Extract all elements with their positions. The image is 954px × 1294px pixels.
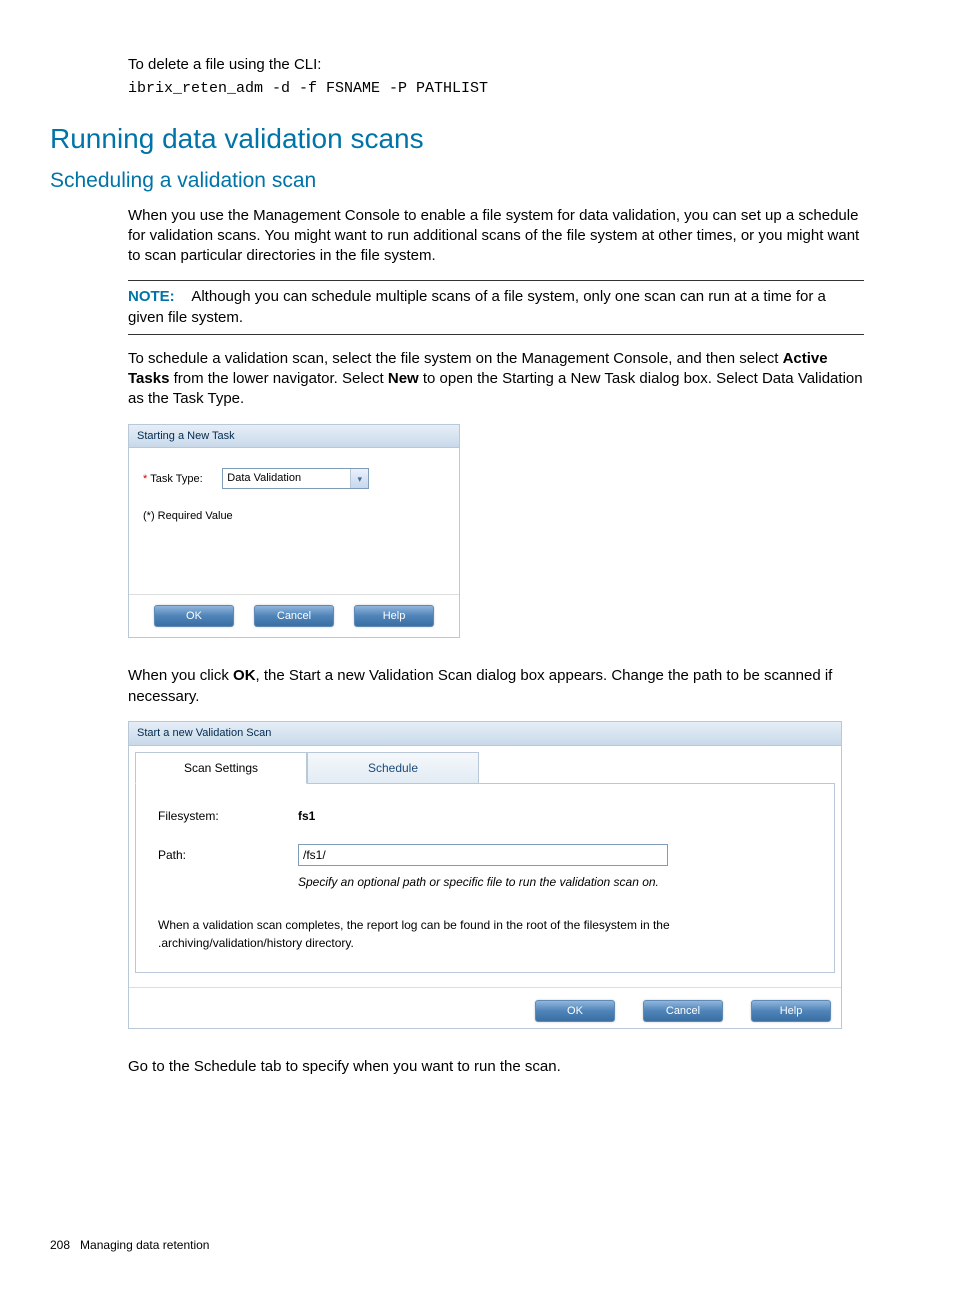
tab-schedule[interactable]: Schedule bbox=[307, 752, 479, 784]
filesystem-label: Filesystem: bbox=[158, 808, 298, 824]
ok-button[interactable]: OK bbox=[535, 1000, 615, 1022]
required-asterisk: * bbox=[143, 472, 147, 487]
note-text: Although you can schedule multiple scans… bbox=[128, 288, 826, 325]
task-type-label: Task Type: bbox=[150, 472, 222, 487]
task-type-value: Data Validation bbox=[223, 469, 350, 488]
note-label: NOTE: bbox=[128, 288, 175, 305]
heading-1: Running data validation scans bbox=[50, 120, 864, 158]
p2-c: from the lower navigator. Select bbox=[169, 370, 387, 387]
start-validation-scan-dialog: Start a new Validation Scan Scan Setting… bbox=[128, 721, 842, 1029]
p2-d: New bbox=[388, 370, 419, 387]
required-value-text: (*) Required Value bbox=[143, 509, 445, 524]
path-hint: Specify an optional path or specific fil… bbox=[298, 874, 812, 890]
p3-a: When you click bbox=[128, 667, 233, 684]
paragraph-1: When you use the Management Console to e… bbox=[128, 206, 864, 267]
paragraph-3: When you click OK, the Start a new Valid… bbox=[128, 666, 864, 707]
p3-b: OK bbox=[233, 667, 256, 684]
help-button[interactable]: Help bbox=[751, 1000, 831, 1022]
starting-new-task-dialog: Starting a New Task * Task Type: Data Va… bbox=[128, 424, 460, 639]
chevron-down-icon[interactable]: ▾ bbox=[350, 469, 368, 488]
page-footer: 208 Managing data retention bbox=[50, 1237, 864, 1253]
task-type-select[interactable]: Data Validation ▾ bbox=[222, 468, 369, 489]
path-input[interactable] bbox=[298, 844, 668, 866]
paragraph-4: Go to the Schedule tab to specify when y… bbox=[128, 1057, 864, 1077]
dialog2-title: Start a new Validation Scan bbox=[129, 722, 841, 746]
tab-scan-settings[interactable]: Scan Settings bbox=[135, 752, 307, 784]
tabs: Scan Settings Schedule bbox=[135, 752, 835, 784]
path-label: Path: bbox=[158, 847, 298, 863]
note-block: NOTE: Although you can schedule multiple… bbox=[128, 280, 864, 335]
paragraph-2: To schedule a validation scan, select th… bbox=[128, 349, 864, 410]
cancel-button[interactable]: Cancel bbox=[643, 1000, 723, 1022]
filesystem-value: fs1 bbox=[298, 808, 315, 824]
section-title: Managing data retention bbox=[80, 1238, 209, 1252]
page-number: 208 bbox=[50, 1238, 70, 1252]
intro-delete-text: To delete a file using the CLI: bbox=[128, 55, 864, 75]
dialog1-title: Starting a New Task bbox=[129, 425, 459, 449]
cancel-button[interactable]: Cancel bbox=[254, 605, 334, 627]
completion-note: When a validation scan completes, the re… bbox=[158, 916, 812, 952]
scan-settings-panel: Filesystem: fs1 Path: Specify an optiona… bbox=[135, 784, 835, 973]
cli-command: ibrix_reten_adm -d -f FSNAME -P PATHLIST bbox=[128, 79, 864, 99]
ok-button[interactable]: OK bbox=[154, 605, 234, 627]
help-button[interactable]: Help bbox=[354, 605, 434, 627]
p2-a: To schedule a validation scan, select th… bbox=[128, 350, 783, 367]
heading-2: Scheduling a validation scan bbox=[50, 167, 864, 195]
